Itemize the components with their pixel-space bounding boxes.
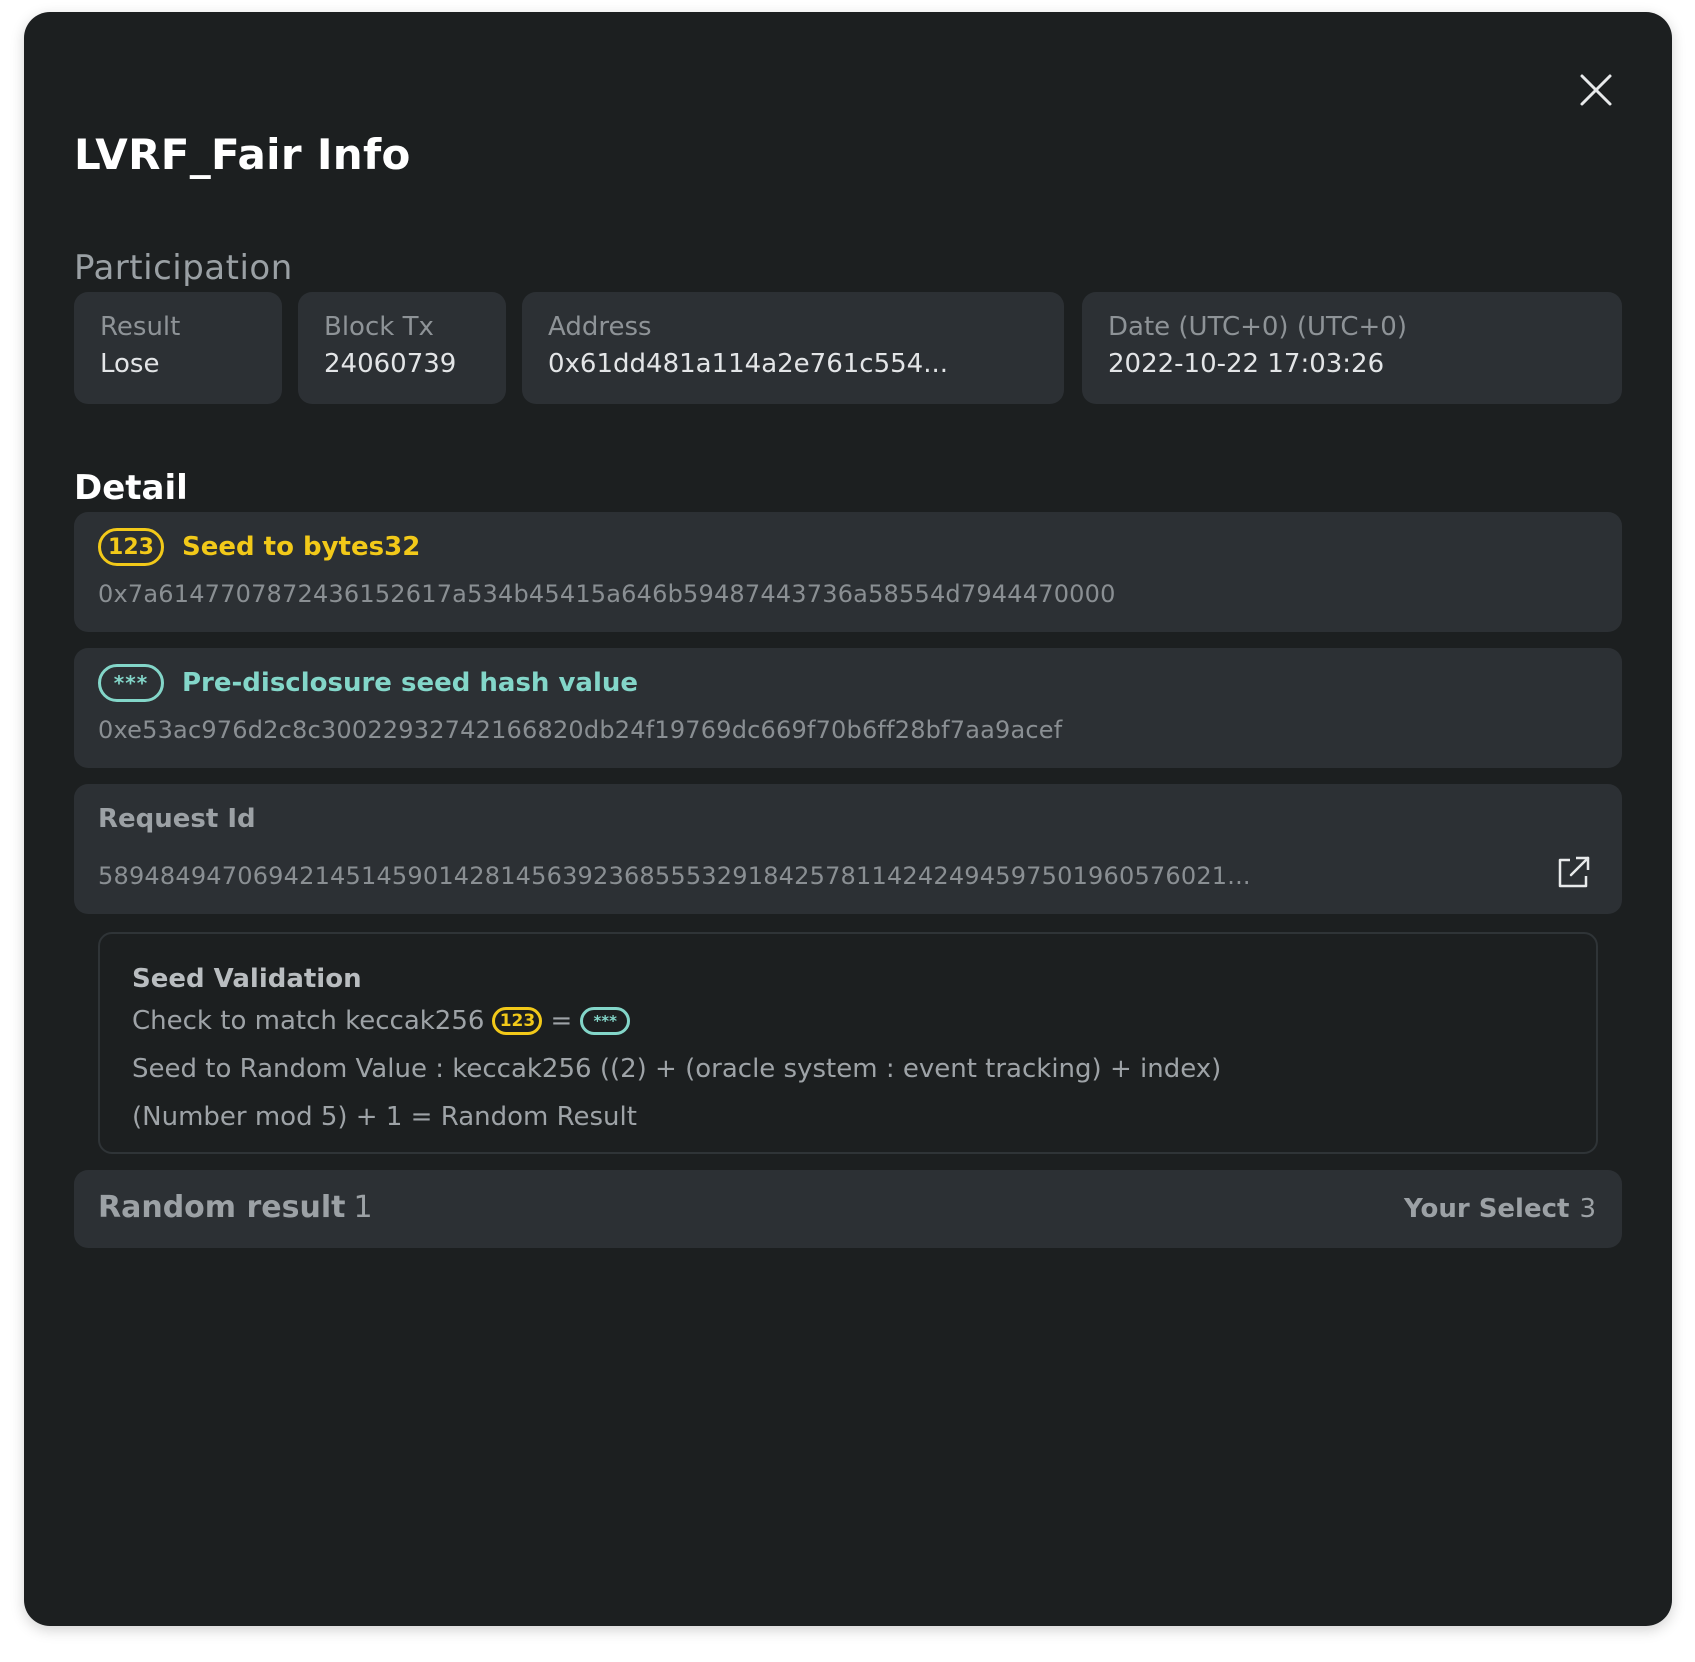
- close-button[interactable]: [1576, 70, 1616, 110]
- address-label: Address: [548, 312, 652, 342]
- validation-seed-badge: 123: [492, 1007, 543, 1035]
- seed-value: 0x7a6147707872436152617a534b45415a646b59…: [98, 580, 1116, 608]
- random-result-bar: Random result 1 Your Select 3: [74, 1170, 1622, 1248]
- close-icon: [1580, 74, 1612, 106]
- your-select-value: 3: [1579, 1194, 1596, 1224]
- prehash-value: 0xe53ac976d2c8c30022932742166820db24f197…: [98, 716, 1063, 744]
- seed-panel: 123 Seed to bytes32 0x7a6147707872436152…: [74, 512, 1622, 632]
- participation-heading: Participation: [74, 248, 293, 288]
- seed-title: Seed to bytes32: [182, 532, 421, 562]
- validation-equals: =: [550, 1006, 573, 1036]
- address-card: Address 0x61dd481a114a2e761c554...: [522, 292, 1064, 404]
- random-result-label: Random result: [98, 1190, 346, 1225]
- validation-line-1-text: Check to match keccak256: [132, 1006, 485, 1036]
- request-value: 5894849470694214514590142814563923685553…: [98, 862, 1251, 890]
- validation-line-1: Check to match keccak256 123 = ***: [132, 1006, 631, 1036]
- request-label: Request Id: [98, 804, 256, 834]
- seed-validation-box: Seed Validation Check to match keccak256…: [98, 932, 1598, 1154]
- block-tx-label: Block Tx: [324, 312, 434, 342]
- prehash-header: *** Pre-disclosure seed hash value: [98, 664, 638, 702]
- prehash-title: Pre-disclosure seed hash value: [182, 668, 639, 698]
- result-label: Result: [100, 312, 181, 342]
- result-value: Lose: [100, 349, 160, 379]
- modal-title: LVRF_Fair Info: [74, 130, 411, 179]
- validation-title: Seed Validation: [132, 964, 362, 994]
- seed-header: 123 Seed to bytes32: [98, 528, 420, 566]
- prehash-panel: *** Pre-disclosure seed hash value 0xe53…: [74, 648, 1622, 768]
- validation-hash-badge: ***: [580, 1007, 631, 1035]
- request-panel: Request Id 58948494706942145145901428145…: [74, 784, 1622, 914]
- your-select-label: Your Select: [1404, 1194, 1570, 1224]
- date-value: 2022-10-22 17:03:26: [1108, 349, 1385, 379]
- external-link-icon: [1558, 856, 1590, 888]
- block-tx-card: Block Tx 24060739: [298, 292, 506, 404]
- random-result: Random result 1: [98, 1190, 373, 1225]
- date-label: Date (UTC+0) (UTC+0): [1108, 312, 1407, 342]
- validation-line-3: (Number mod 5) + 1 = Random Result: [132, 1102, 637, 1132]
- block-tx-value: 24060739: [324, 349, 457, 379]
- prehash-badge: ***: [98, 664, 164, 702]
- fair-info-modal: LVRF_Fair Info Participation Result Lose…: [24, 12, 1672, 1626]
- validation-line-2: Seed to Random Value : keccak256 ((2) + …: [132, 1054, 1222, 1084]
- address-value: 0x61dd481a114a2e761c554...: [548, 349, 949, 379]
- result-card: Result Lose: [74, 292, 282, 404]
- external-link-button[interactable]: [1554, 854, 1592, 892]
- random-result-value: 1: [353, 1190, 373, 1225]
- your-select: Your Select 3: [1404, 1194, 1596, 1224]
- detail-heading: Detail: [74, 468, 188, 508]
- date-card: Date (UTC+0) (UTC+0) 2022-10-22 17:03:26: [1082, 292, 1622, 404]
- seed-badge: 123: [98, 528, 164, 566]
